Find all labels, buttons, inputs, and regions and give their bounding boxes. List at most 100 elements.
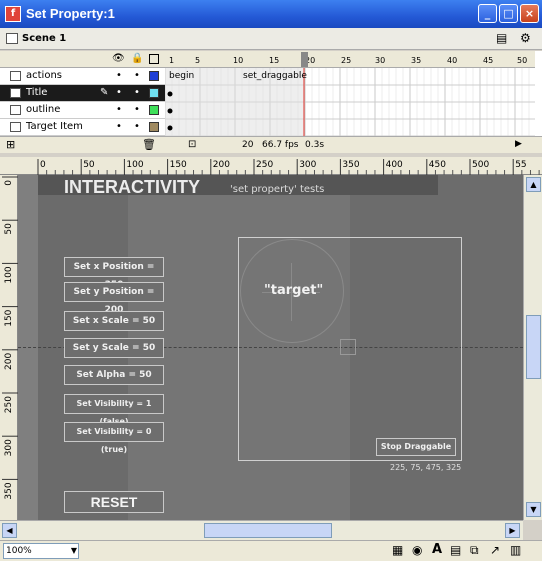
mixer-icon[interactable]: ◉ bbox=[412, 543, 422, 557]
scroll-down-button[interactable]: ▼ bbox=[526, 502, 541, 517]
pencil-icon: ✎ bbox=[100, 87, 109, 98]
delete-layer-icon[interactable]: 🗑 bbox=[142, 138, 156, 151]
layer-color-swatch[interactable] bbox=[149, 88, 159, 98]
info-panel-icon[interactable]: ▦ bbox=[392, 543, 403, 557]
maximize-button[interactable]: □ bbox=[499, 4, 518, 23]
edit-symbols-icon[interactable]: ▤ bbox=[496, 31, 512, 47]
horizontal-scroll-thumb[interactable] bbox=[204, 523, 332, 538]
layer-name: Title bbox=[26, 87, 48, 98]
visibility-dot[interactable]: • bbox=[116, 87, 122, 98]
property-test-button[interactable]: Set y Position = 200 bbox=[64, 282, 164, 315]
visibility-dot[interactable]: • bbox=[116, 70, 122, 81]
layer-row[interactable]: outline • • bbox=[0, 102, 165, 119]
minimize-button[interactable]: _ bbox=[478, 4, 497, 23]
keyframe-dot[interactable] bbox=[167, 91, 173, 97]
lock-dot[interactable]: • bbox=[134, 87, 140, 98]
timeline-statusbar: ⊞ 🗑 ⊡ 20 66.7 fps 0.3s ▶ bbox=[0, 136, 542, 153]
ruler-label: 350 bbox=[4, 482, 14, 499]
stage-canvas[interactable]: INTERACTIVITY 'set property' tests "targ… bbox=[18, 175, 523, 520]
registration-point bbox=[340, 339, 356, 355]
layer-name: Target Item bbox=[26, 121, 83, 132]
scroll-right-button[interactable]: ▶ bbox=[505, 523, 520, 538]
lock-dot[interactable]: • bbox=[134, 104, 140, 115]
stop-draggable-button[interactable]: Stop Draggable bbox=[376, 438, 456, 456]
lock-icon[interactable]: 🔒 bbox=[131, 53, 143, 64]
scene-label: Scene 1 bbox=[22, 33, 67, 44]
scroll-left-button[interactable]: ◀ bbox=[2, 523, 17, 538]
outline-toggle-icon[interactable] bbox=[149, 54, 159, 64]
center-frame-icon[interactable]: ⊡ bbox=[188, 139, 196, 150]
property-test-button[interactable]: Set Alpha = 50 bbox=[64, 365, 164, 385]
zoom-select[interactable]: 100% ▼ bbox=[3, 543, 79, 559]
window-titlebar: f Set Property:1 _ □ × bbox=[0, 0, 542, 28]
layer-row[interactable]: Title • • ✎ bbox=[0, 85, 165, 102]
layer-row[interactable]: actions • • bbox=[0, 68, 165, 85]
lock-dot[interactable]: • bbox=[134, 121, 140, 132]
frame-label-begin: begin bbox=[169, 71, 195, 81]
scene-bar: Scene 1 ▤ ⚙ bbox=[0, 28, 542, 50]
frame-number: 45 bbox=[483, 56, 493, 65]
ruler-label: 500 bbox=[472, 160, 489, 170]
character-icon[interactable]: A bbox=[432, 542, 442, 557]
vertical-scroll-thumb[interactable] bbox=[526, 315, 541, 379]
vertical-scrollbar[interactable]: ▲ ▼ bbox=[523, 175, 542, 520]
frame-number: 5 bbox=[195, 56, 200, 65]
frame-number: 30 bbox=[375, 56, 385, 65]
reset-button[interactable]: RESET bbox=[64, 491, 164, 513]
layer-color-swatch[interactable] bbox=[149, 122, 159, 132]
ruler-label: 100 bbox=[4, 266, 14, 283]
frame-number: 25 bbox=[341, 56, 351, 65]
ruler-label: 50 bbox=[83, 160, 95, 170]
ruler-label: 250 bbox=[4, 396, 14, 413]
visibility-dot[interactable]: • bbox=[116, 104, 122, 115]
ruler-label: 250 bbox=[256, 160, 273, 170]
frame-number: 40 bbox=[447, 56, 457, 65]
stage-heading: INTERACTIVITY bbox=[64, 177, 201, 197]
ruler-label: 200 bbox=[4, 353, 14, 370]
property-test-button[interactable]: Set y Scale = 50 bbox=[64, 338, 164, 358]
frame-ruler[interactable]: 1 5 10 15 20 25 30 35 40 45 50 bbox=[165, 51, 535, 68]
ruler-label: 450 bbox=[429, 160, 446, 170]
property-test-button[interactable]: Set Visibility = 0 (true) bbox=[64, 422, 164, 454]
layer-name: actions bbox=[26, 70, 62, 81]
zoom-value: 100% bbox=[6, 546, 32, 556]
layer-color-swatch[interactable] bbox=[149, 105, 159, 115]
flash-app-icon: f bbox=[5, 6, 21, 22]
layer-color-swatch[interactable] bbox=[149, 71, 159, 81]
keyframe-dot[interactable] bbox=[167, 108, 173, 114]
instance-icon[interactable]: ▤ bbox=[450, 543, 461, 557]
layer-icon bbox=[10, 122, 21, 132]
property-test-button[interactable]: Set x Position = 350 bbox=[64, 257, 164, 290]
window-title: Set Property:1 bbox=[26, 6, 115, 21]
close-button[interactable]: × bbox=[520, 4, 539, 23]
horizontal-scrollbar[interactable]: ◀ ▶ bbox=[0, 520, 523, 540]
scroll-up-button[interactable]: ▲ bbox=[526, 177, 541, 192]
layer-row[interactable]: Target Item • • bbox=[0, 119, 165, 136]
property-test-button[interactable]: Set x Scale = 50 bbox=[64, 311, 164, 331]
layer-header: 👁 🔒 bbox=[0, 51, 165, 68]
lock-dot[interactable]: • bbox=[134, 70, 140, 81]
ruler-label: 0 bbox=[40, 160, 46, 170]
ruler-label: 50 bbox=[4, 223, 14, 235]
insert-layer-icon[interactable]: ⊞ bbox=[6, 138, 15, 151]
actions-icon[interactable]: ↗ bbox=[490, 543, 500, 557]
property-test-button[interactable]: Set Visibility = 1 (false) bbox=[64, 394, 164, 426]
stage-subheading: 'set property' tests bbox=[230, 184, 325, 195]
layer-icon bbox=[10, 105, 21, 115]
keyframe-dot[interactable] bbox=[167, 125, 173, 131]
playhead[interactable] bbox=[301, 52, 308, 67]
library-icon[interactable]: ▥ bbox=[510, 543, 521, 557]
movie-explorer-icon[interactable]: ⧉ bbox=[470, 543, 479, 558]
frame-label-set-draggable: set_draggable bbox=[243, 71, 307, 81]
ruler-label: 150 bbox=[170, 160, 187, 170]
vertical-ruler: 050100150200250300350400 bbox=[0, 175, 18, 535]
edit-scene-icon[interactable]: ⚙ bbox=[520, 31, 536, 47]
frame-number: 15 bbox=[269, 56, 279, 65]
visibility-dot[interactable]: • bbox=[116, 121, 122, 132]
ruler-label: 200 bbox=[213, 160, 230, 170]
layer-icon bbox=[10, 88, 21, 98]
timeline-scroll-right[interactable]: ▶ bbox=[515, 139, 522, 149]
frames-area[interactable]: begin set_draggable bbox=[165, 68, 535, 136]
eye-icon[interactable]: 👁 bbox=[112, 53, 125, 64]
chevron-down-icon: ▼ bbox=[70, 546, 77, 555]
